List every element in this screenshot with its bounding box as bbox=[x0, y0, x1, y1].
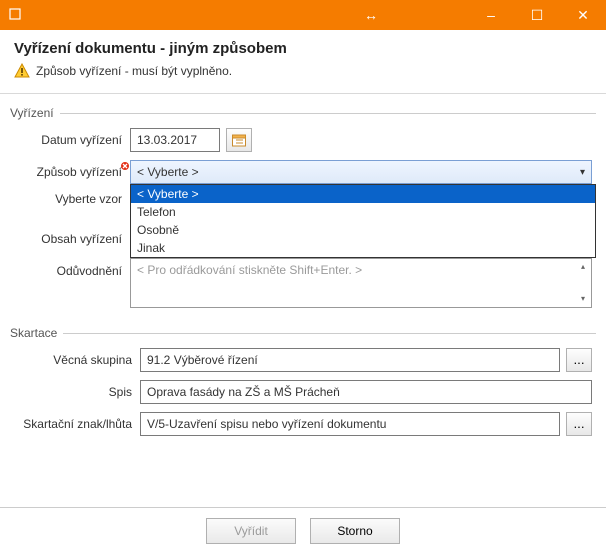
label-skartacni-znak: Skartační znak/lhůta bbox=[10, 417, 140, 431]
zpusob-selected-text: < Vyberte > bbox=[137, 165, 199, 179]
zpusob-dropdown[interactable]: < Vyberte > Telefon Osobně Jinak bbox=[130, 184, 596, 258]
skartacni-znak-browse-button[interactable]: ... bbox=[566, 412, 592, 436]
zpusob-option-osobne[interactable]: Osobně bbox=[131, 221, 595, 239]
label-vyberte-vzor: Vyberte vzor bbox=[10, 192, 130, 206]
group-vyrizeni-title: Vyřízení bbox=[10, 106, 54, 120]
cancel-button[interactable]: Storno bbox=[310, 518, 400, 544]
label-zpusob-vyrizeni: Způsob vyřízení bbox=[10, 165, 130, 179]
zpusob-option-jinak[interactable]: Jinak bbox=[131, 239, 595, 257]
dialog-header: Vyřízení dokumentu - jiným způsobem Způs… bbox=[0, 30, 606, 94]
minimize-button[interactable]: – bbox=[468, 0, 514, 30]
dialog-title: Vyřízení dokumentu - jiným způsobem bbox=[14, 40, 592, 57]
skartacni-znak-input[interactable] bbox=[140, 412, 560, 436]
label-oduvodneni: Odůvodnění bbox=[10, 258, 130, 278]
label-datum-vyrizeni: Datum vyřízení bbox=[10, 133, 130, 147]
dialog-footer: Vyřídit Storno bbox=[0, 507, 606, 558]
required-icon bbox=[120, 161, 130, 171]
calendar-button[interactable] bbox=[226, 128, 252, 152]
warning-text: Způsob vyřízení - musí být vyplněno. bbox=[36, 64, 232, 78]
spis-input[interactable] bbox=[140, 380, 592, 404]
oduvodneni-textarea[interactable]: < Pro odřádkování stiskněte Shift+Enter.… bbox=[130, 258, 592, 308]
oduvodneni-placeholder: < Pro odřádkování stiskněte Shift+Enter.… bbox=[137, 263, 362, 303]
warning-icon bbox=[14, 63, 30, 79]
close-button[interactable]: ✕ bbox=[560, 0, 606, 30]
label-vecna-skupina: Věcná skupina bbox=[10, 353, 140, 367]
zpusob-option-placeholder[interactable]: < Vyberte > bbox=[131, 185, 595, 203]
submit-button: Vyřídit bbox=[206, 518, 296, 544]
chevron-down-icon: ▾ bbox=[580, 167, 585, 178]
group-vyrizeni-header: Vyřízení bbox=[10, 106, 596, 120]
vecna-skupina-input bbox=[140, 348, 560, 372]
datum-vyrizeni-input[interactable] bbox=[130, 128, 220, 152]
resize-horizontal-icon: ↔ bbox=[364, 7, 378, 23]
calendar-icon bbox=[231, 132, 247, 148]
title-bar: ↔ – ☐ ✕ bbox=[0, 0, 606, 30]
label-obsah-vyrizeni: Obsah vyřízení bbox=[10, 232, 130, 246]
scroll-icon[interactable]: ▴▾ bbox=[581, 263, 585, 303]
system-menu-icon[interactable] bbox=[0, 8, 30, 23]
zpusob-option-telefon[interactable]: Telefon bbox=[131, 203, 595, 221]
group-skartace-title: Skartace bbox=[10, 326, 57, 340]
label-spis: Spis bbox=[10, 385, 140, 399]
maximize-button[interactable]: ☐ bbox=[514, 0, 560, 30]
vecna-skupina-browse-button[interactable]: ... bbox=[566, 348, 592, 372]
group-skartace-header: Skartace bbox=[10, 326, 596, 340]
zpusob-vyrizeni-combobox[interactable]: < Vyberte > ▾ bbox=[130, 160, 592, 184]
